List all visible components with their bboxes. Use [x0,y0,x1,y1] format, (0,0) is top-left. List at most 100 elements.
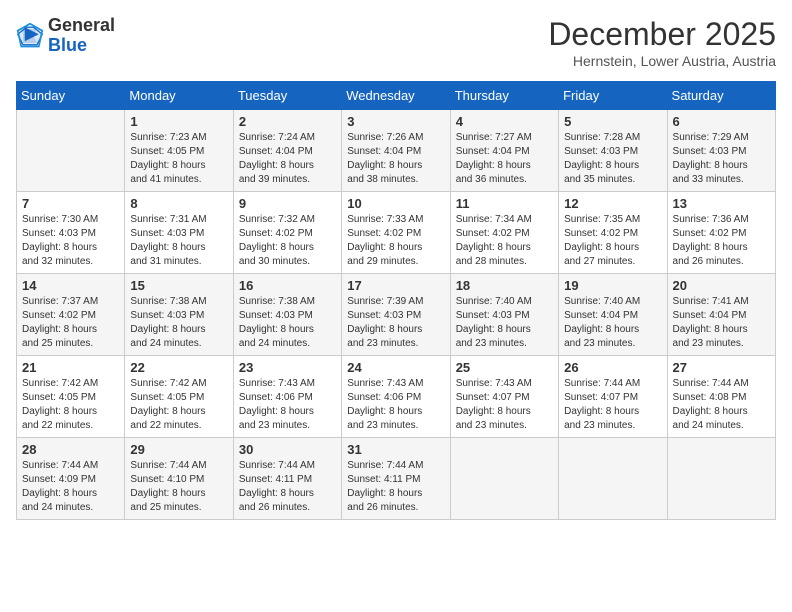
day-number: 11 [456,196,553,211]
weekday-header-tuesday: Tuesday [233,82,341,110]
day-info: Sunrise: 7:26 AM Sunset: 4:04 PM Dayligh… [347,131,444,187]
logo: General Blue [16,16,115,56]
day-number: 13 [673,196,770,211]
day-number: 6 [673,114,770,129]
weekday-header-thursday: Thursday [450,82,558,110]
day-number: 20 [673,278,770,293]
calendar-cell: 18 Sunrise: 7:40 AM Sunset: 4:03 PM Dayli… [450,274,558,356]
calendar-cell: 20 Sunrise: 7:41 AM Sunset: 4:04 PM Dayli… [667,274,775,356]
weekday-header-friday: Friday [559,82,667,110]
calendar-cell [17,110,125,192]
day-number: 4 [456,114,553,129]
day-info: Sunrise: 7:42 AM Sunset: 4:05 PM Dayligh… [22,377,119,433]
day-info: Sunrise: 7:23 AM Sunset: 4:05 PM Dayligh… [130,131,227,187]
calendar-cell: 12 Sunrise: 7:35 AM Sunset: 4:02 PM Dayli… [559,192,667,274]
day-number: 23 [239,360,336,375]
day-number: 18 [456,278,553,293]
calendar-cell: 28Sunrise: 7:44 AM Sunset: 4:09 PM Dayli… [17,438,125,520]
day-number: 30 [239,442,336,457]
day-number: 26 [564,360,661,375]
day-info: Sunrise: 7:39 AM Sunset: 4:03 PM Dayligh… [347,295,444,351]
weekday-header-saturday: Saturday [667,82,775,110]
calendar-cell [667,438,775,520]
day-info: Sunrise: 7:44 AM Sunset: 4:11 PM Dayligh… [347,459,444,515]
calendar-cell: 7Sunrise: 7:30 AM Sunset: 4:03 PM Daylig… [17,192,125,274]
day-info: Sunrise: 7:44 AM Sunset: 4:10 PM Dayligh… [130,459,227,515]
calendar-week-row: 14 Sunrise: 7:37 AM Sunset: 4:02 PM Dayli… [17,274,776,356]
day-number: 25 [456,360,553,375]
day-info: Sunrise: 7:43 AM Sunset: 4:06 PM Dayligh… [239,377,336,433]
calendar-cell: 9Sunrise: 7:32 AM Sunset: 4:02 PM Daylig… [233,192,341,274]
day-number: 12 [564,196,661,211]
day-info: Sunrise: 7:37 AM Sunset: 4:02 PM Dayligh… [22,295,119,351]
day-info: Sunrise: 7:44 AM Sunset: 4:09 PM Dayligh… [22,459,119,515]
day-info: Sunrise: 7:44 AM Sunset: 4:08 PM Dayligh… [673,377,770,433]
day-number: 17 [347,278,444,293]
calendar-cell: 22Sunrise: 7:42 AM Sunset: 4:05 PM Dayli… [125,356,233,438]
logo-blue-text: Blue [48,35,87,55]
calendar-cell: 14 Sunrise: 7:37 AM Sunset: 4:02 PM Dayli… [17,274,125,356]
calendar-week-row: 7Sunrise: 7:30 AM Sunset: 4:03 PM Daylig… [17,192,776,274]
day-number: 27 [673,360,770,375]
day-info: Sunrise: 7:41 AM Sunset: 4:04 PM Dayligh… [673,295,770,351]
calendar-week-row: 1 Sunrise: 7:23 AM Sunset: 4:05 PM Daylig… [17,110,776,192]
calendar-cell: 21 Sunrise: 7:42 AM Sunset: 4:05 PM Dayli… [17,356,125,438]
day-info: Sunrise: 7:43 AM Sunset: 4:07 PM Dayligh… [456,377,553,433]
day-number: 9 [239,196,336,211]
day-number: 21 [22,360,119,375]
calendar-cell: 30Sunrise: 7:44 AM Sunset: 4:11 PM Dayli… [233,438,341,520]
day-info: Sunrise: 7:36 AM Sunset: 4:02 PM Dayligh… [673,213,770,269]
day-info: Sunrise: 7:27 AM Sunset: 4:04 PM Dayligh… [456,131,553,187]
calendar-cell: 27 Sunrise: 7:44 AM Sunset: 4:08 PM Dayli… [667,356,775,438]
calendar-table: SundayMondayTuesdayWednesdayThursdayFrid… [16,81,776,520]
day-info: Sunrise: 7:38 AM Sunset: 4:03 PM Dayligh… [239,295,336,351]
calendar-cell: 8Sunrise: 7:31 AM Sunset: 4:03 PM Daylig… [125,192,233,274]
calendar-cell [559,438,667,520]
day-number: 31 [347,442,444,457]
day-info: Sunrise: 7:44 AM Sunset: 4:07 PM Dayligh… [564,377,661,433]
day-number: 22 [130,360,227,375]
day-number: 1 [130,114,227,129]
calendar-cell: 31 Sunrise: 7:44 AM Sunset: 4:11 PM Dayli… [342,438,450,520]
calendar-cell: 5Sunrise: 7:28 AM Sunset: 4:03 PM Daylig… [559,110,667,192]
day-info: Sunrise: 7:40 AM Sunset: 4:03 PM Dayligh… [456,295,553,351]
day-number: 24 [347,360,444,375]
weekday-header-sunday: Sunday [17,82,125,110]
calendar-cell: 2 Sunrise: 7:24 AM Sunset: 4:04 PM Daylig… [233,110,341,192]
calendar-cell: 11 Sunrise: 7:34 AM Sunset: 4:02 PM Dayli… [450,192,558,274]
day-info: Sunrise: 7:28 AM Sunset: 4:03 PM Dayligh… [564,131,661,187]
calendar-week-row: 28Sunrise: 7:44 AM Sunset: 4:09 PM Dayli… [17,438,776,520]
day-info: Sunrise: 7:29 AM Sunset: 4:03 PM Dayligh… [673,131,770,187]
month-title: December 2025 [548,16,776,53]
logo-general-text: General [48,15,115,35]
day-number: 14 [22,278,119,293]
day-info: Sunrise: 7:24 AM Sunset: 4:04 PM Dayligh… [239,131,336,187]
weekday-header-monday: Monday [125,82,233,110]
calendar-cell: 24 Sunrise: 7:43 AM Sunset: 4:06 PM Dayli… [342,356,450,438]
calendar-cell: 23 Sunrise: 7:43 AM Sunset: 4:06 PM Dayli… [233,356,341,438]
day-number: 10 [347,196,444,211]
calendar-cell [450,438,558,520]
day-number: 19 [564,278,661,293]
calendar-cell: 4 Sunrise: 7:27 AM Sunset: 4:04 PM Daylig… [450,110,558,192]
calendar-cell: 25 Sunrise: 7:43 AM Sunset: 4:07 PM Dayli… [450,356,558,438]
calendar-header: SundayMondayTuesdayWednesdayThursdayFrid… [17,82,776,110]
weekday-header-wednesday: Wednesday [342,82,450,110]
day-number: 16 [239,278,336,293]
day-number: 29 [130,442,227,457]
calendar-cell: 16 Sunrise: 7:38 AM Sunset: 4:03 PM Dayli… [233,274,341,356]
calendar-cell: 3 Sunrise: 7:26 AM Sunset: 4:04 PM Daylig… [342,110,450,192]
day-info: Sunrise: 7:35 AM Sunset: 4:02 PM Dayligh… [564,213,661,269]
calendar-cell: 19 Sunrise: 7:40 AM Sunset: 4:04 PM Dayli… [559,274,667,356]
calendar-cell: 6 Sunrise: 7:29 AM Sunset: 4:03 PM Daylig… [667,110,775,192]
calendar-cell: 1 Sunrise: 7:23 AM Sunset: 4:05 PM Daylig… [125,110,233,192]
day-info: Sunrise: 7:43 AM Sunset: 4:06 PM Dayligh… [347,377,444,433]
day-info: Sunrise: 7:38 AM Sunset: 4:03 PM Dayligh… [130,295,227,351]
calendar-week-row: 21 Sunrise: 7:42 AM Sunset: 4:05 PM Dayli… [17,356,776,438]
day-number: 3 [347,114,444,129]
day-info: Sunrise: 7:34 AM Sunset: 4:02 PM Dayligh… [456,213,553,269]
title-block: December 2025 Hernstein, Lower Austria, … [548,16,776,69]
day-info: Sunrise: 7:40 AM Sunset: 4:04 PM Dayligh… [564,295,661,351]
page-header: General Blue December 2025 Hernstein, Lo… [16,16,776,69]
day-number: 2 [239,114,336,129]
